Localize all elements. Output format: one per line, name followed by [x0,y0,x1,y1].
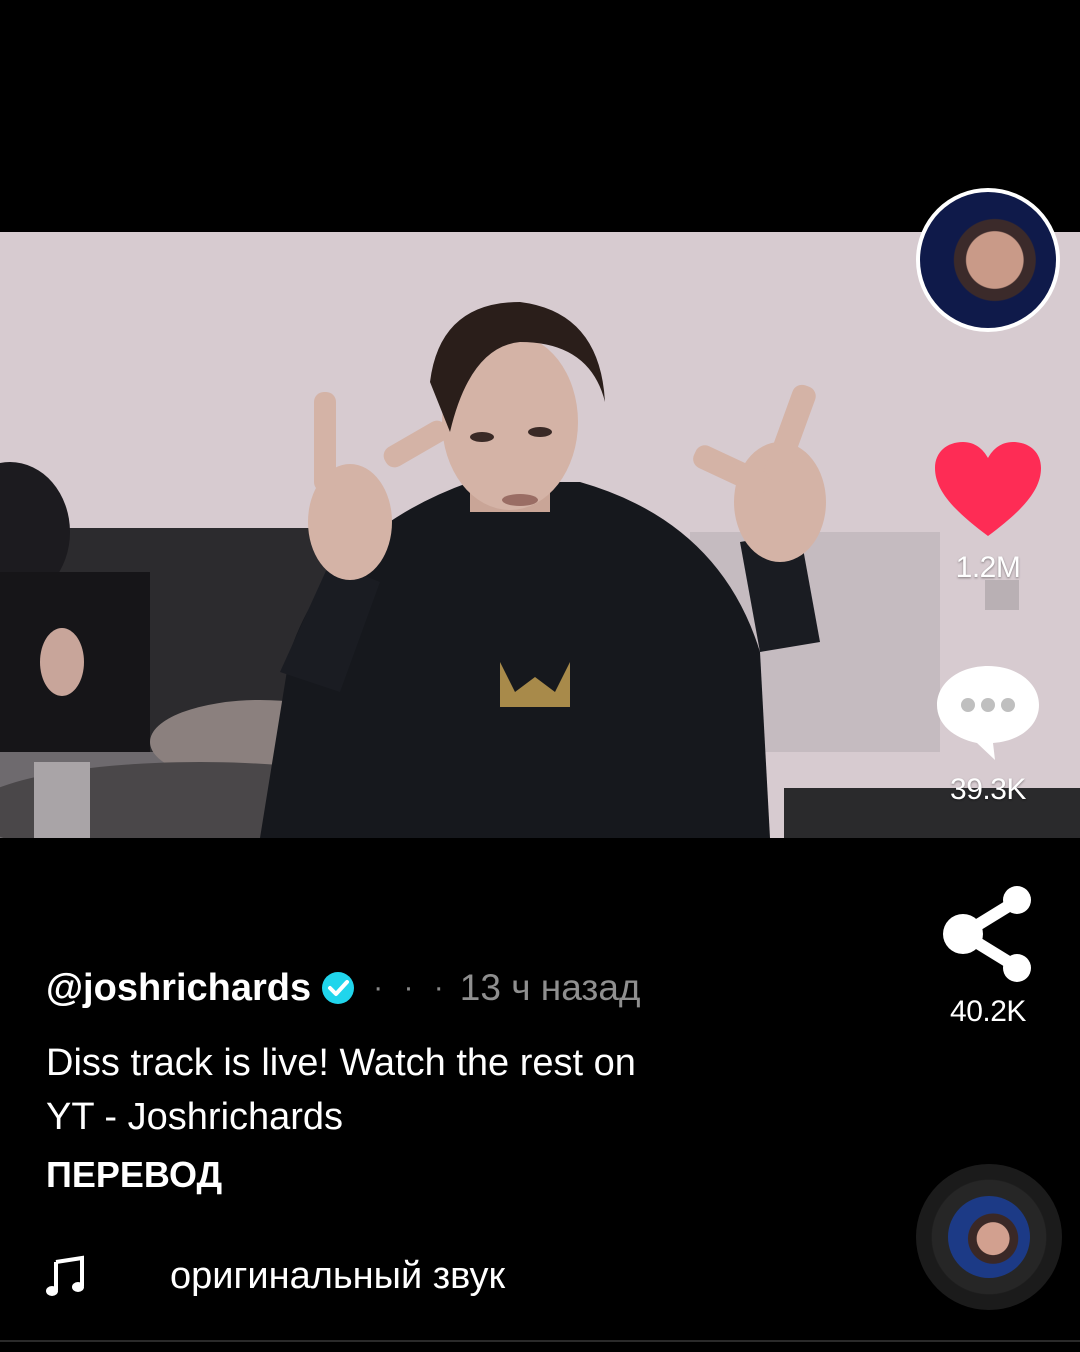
sound-name: оригинальный звук [170,1254,506,1297]
username-link[interactable]: @joshrichards [46,967,311,1010]
post-time: 13 ч назад [459,967,641,1008]
caption-line-2: YT - Joshrichards [46,1096,344,1138]
share-count: 40.2K [950,995,1026,1028]
share-icon [943,886,1031,982]
share-button[interactable]: 40.2K [918,884,1058,1029]
comment-bubble-icon [937,666,1039,760]
like-count: 1.2M [955,551,1021,584]
avatar-image [920,192,1056,328]
meta-separator: · · · [373,971,450,1004]
music-note-icon [46,1255,84,1296]
post-meta: @joshrichards · · · 13 ч назад [46,962,641,1014]
like-button[interactable]: 1.2M [918,440,1058,585]
translate-button[interactable]: ПЕРЕВОД [46,1154,222,1196]
heart-icon [935,442,1041,536]
disc-avatar [948,1196,1030,1278]
comment-count: 39.3K [950,773,1026,806]
sound-disc[interactable] [916,1164,1062,1310]
comment-button[interactable]: 39.3K [918,662,1058,807]
caption-line-1: Diss track is live! Watch the rest on [46,1042,636,1084]
verified-check-icon [322,972,355,1004]
sound-row[interactable]: оригинальный звук [46,1250,505,1302]
profile-avatar[interactable] [916,188,1060,332]
divider [0,1340,1080,1342]
post-caption: Diss track is live! Watch the rest on YT… [46,1036,806,1144]
